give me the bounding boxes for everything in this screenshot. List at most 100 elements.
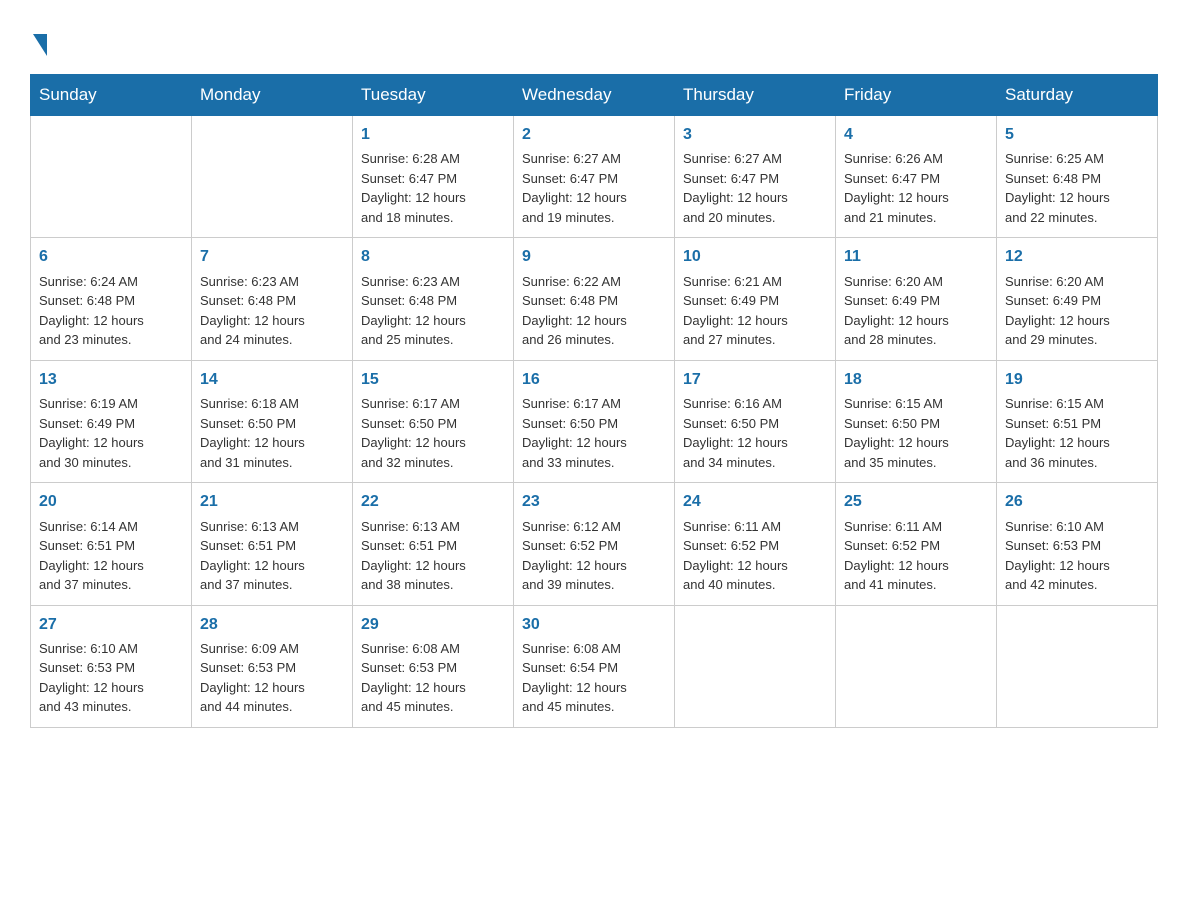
day-number: 4 [844, 124, 988, 146]
calendar-cell: 17 Sunrise: 6:16 AM Sunset: 6:50 PM Dayli… [675, 360, 836, 482]
day-number: 29 [361, 614, 505, 636]
weekday-header-monday: Monday [192, 75, 353, 116]
calendar-cell: 11 Sunrise: 6:20 AM Sunset: 6:49 PM Dayli… [836, 238, 997, 360]
calendar-cell: 23 Sunrise: 6:12 AM Sunset: 6:52 PM Dayli… [514, 483, 675, 605]
day-number: 21 [200, 491, 344, 513]
day-number: 30 [522, 614, 666, 636]
day-info: Sunrise: 6:25 AM Sunset: 6:48 PM Dayligh… [1005, 149, 1149, 227]
day-number: 24 [683, 491, 827, 513]
day-number: 18 [844, 369, 988, 391]
day-info: Sunrise: 6:19 AM Sunset: 6:49 PM Dayligh… [39, 394, 183, 472]
weekday-header-row: SundayMondayTuesdayWednesdayThursdayFrid… [31, 75, 1158, 116]
calendar-cell: 9 Sunrise: 6:22 AM Sunset: 6:48 PM Daylig… [514, 238, 675, 360]
calendar-cell [31, 116, 192, 238]
day-number: 13 [39, 369, 183, 391]
day-info: Sunrise: 6:14 AM Sunset: 6:51 PM Dayligh… [39, 517, 183, 595]
day-number: 15 [361, 369, 505, 391]
day-number: 12 [1005, 246, 1149, 268]
calendar-cell: 22Sunrise: 6:13 AM Sunset: 6:51 PM Dayli… [353, 483, 514, 605]
calendar-cell: 7 Sunrise: 6:23 AM Sunset: 6:48 PM Daylig… [192, 238, 353, 360]
calendar-week-row: 20 Sunrise: 6:14 AM Sunset: 6:51 PM Dayli… [31, 483, 1158, 605]
day-info: Sunrise: 6:08 AM Sunset: 6:54 PM Dayligh… [522, 639, 666, 717]
day-info: Sunrise: 6:27 AM Sunset: 6:47 PM Dayligh… [522, 149, 666, 227]
weekday-header-sunday: Sunday [31, 75, 192, 116]
day-info: Sunrise: 6:23 AM Sunset: 6:48 PM Dayligh… [200, 272, 344, 350]
day-number: 1 [361, 124, 505, 146]
calendar-cell: 10 Sunrise: 6:21 AM Sunset: 6:49 PM Dayli… [675, 238, 836, 360]
day-info: Sunrise: 6:08 AM Sunset: 6:53 PM Dayligh… [361, 639, 505, 717]
calendar-cell: 5 Sunrise: 6:25 AM Sunset: 6:48 PM Daylig… [997, 116, 1158, 238]
calendar-cell: 13 Sunrise: 6:19 AM Sunset: 6:49 PM Dayli… [31, 360, 192, 482]
day-number: 8 [361, 246, 505, 268]
day-number: 2 [522, 124, 666, 146]
calendar-cell [192, 116, 353, 238]
weekday-header-thursday: Thursday [675, 75, 836, 116]
day-number: 25 [844, 491, 988, 513]
day-number: 17 [683, 369, 827, 391]
calendar-cell: 25 Sunrise: 6:11 AM Sunset: 6:52 PM Dayli… [836, 483, 997, 605]
calendar-cell: 28 Sunrise: 6:09 AM Sunset: 6:53 PM Dayli… [192, 605, 353, 727]
day-number: 6 [39, 246, 183, 268]
calendar-cell [836, 605, 997, 727]
calendar-cell: 12 Sunrise: 6:20 AM Sunset: 6:49 PM Dayli… [997, 238, 1158, 360]
calendar-header: SundayMondayTuesdayWednesdayThursdayFrid… [31, 75, 1158, 116]
calendar-cell: 6 Sunrise: 6:24 AM Sunset: 6:48 PM Daylig… [31, 238, 192, 360]
day-info: Sunrise: 6:27 AM Sunset: 6:47 PM Dayligh… [683, 149, 827, 227]
day-info: Sunrise: 6:24 AM Sunset: 6:48 PM Dayligh… [39, 272, 183, 350]
day-number: 23 [522, 491, 666, 513]
day-info: Sunrise: 6:11 AM Sunset: 6:52 PM Dayligh… [683, 517, 827, 595]
day-info: Sunrise: 6:12 AM Sunset: 6:52 PM Dayligh… [522, 517, 666, 595]
day-number: 28 [200, 614, 344, 636]
calendar-cell: 29 Sunrise: 6:08 AM Sunset: 6:53 PM Dayli… [353, 605, 514, 727]
day-info: Sunrise: 6:15 AM Sunset: 6:51 PM Dayligh… [1005, 394, 1149, 472]
calendar-cell: 24 Sunrise: 6:11 AM Sunset: 6:52 PM Dayli… [675, 483, 836, 605]
day-number: 14 [200, 369, 344, 391]
weekday-header-tuesday: Tuesday [353, 75, 514, 116]
day-info: Sunrise: 6:18 AM Sunset: 6:50 PM Dayligh… [200, 394, 344, 472]
calendar-cell: 20 Sunrise: 6:14 AM Sunset: 6:51 PM Dayli… [31, 483, 192, 605]
calendar-cell: 8 Sunrise: 6:23 AM Sunset: 6:48 PM Daylig… [353, 238, 514, 360]
day-number: 5 [1005, 124, 1149, 146]
calendar-week-row: 1 Sunrise: 6:28 AM Sunset: 6:47 PM Daylig… [31, 116, 1158, 238]
calendar-cell: 4Sunrise: 6:26 AM Sunset: 6:47 PM Daylig… [836, 116, 997, 238]
weekday-header-saturday: Saturday [997, 75, 1158, 116]
day-info: Sunrise: 6:21 AM Sunset: 6:49 PM Dayligh… [683, 272, 827, 350]
day-info: Sunrise: 6:10 AM Sunset: 6:53 PM Dayligh… [39, 639, 183, 717]
day-number: 26 [1005, 491, 1149, 513]
calendar-cell: 2 Sunrise: 6:27 AM Sunset: 6:47 PM Daylig… [514, 116, 675, 238]
day-number: 10 [683, 246, 827, 268]
day-info: Sunrise: 6:20 AM Sunset: 6:49 PM Dayligh… [844, 272, 988, 350]
calendar-cell: 15Sunrise: 6:17 AM Sunset: 6:50 PM Dayli… [353, 360, 514, 482]
day-number: 16 [522, 369, 666, 391]
day-number: 20 [39, 491, 183, 513]
day-info: Sunrise: 6:23 AM Sunset: 6:48 PM Dayligh… [361, 272, 505, 350]
calendar-cell [675, 605, 836, 727]
day-info: Sunrise: 6:22 AM Sunset: 6:48 PM Dayligh… [522, 272, 666, 350]
calendar-cell [997, 605, 1158, 727]
weekday-header-wednesday: Wednesday [514, 75, 675, 116]
calendar-body: 1 Sunrise: 6:28 AM Sunset: 6:47 PM Daylig… [31, 116, 1158, 728]
page-header [30, 20, 1158, 54]
day-info: Sunrise: 6:11 AM Sunset: 6:52 PM Dayligh… [844, 517, 988, 595]
calendar-cell: 16Sunrise: 6:17 AM Sunset: 6:50 PM Dayli… [514, 360, 675, 482]
calendar-week-row: 6 Sunrise: 6:24 AM Sunset: 6:48 PM Daylig… [31, 238, 1158, 360]
day-info: Sunrise: 6:28 AM Sunset: 6:47 PM Dayligh… [361, 149, 505, 227]
day-number: 7 [200, 246, 344, 268]
day-number: 11 [844, 246, 988, 268]
day-info: Sunrise: 6:20 AM Sunset: 6:49 PM Dayligh… [1005, 272, 1149, 350]
day-info: Sunrise: 6:13 AM Sunset: 6:51 PM Dayligh… [361, 517, 505, 595]
day-number: 3 [683, 124, 827, 146]
calendar-cell: 18 Sunrise: 6:15 AM Sunset: 6:50 PM Dayli… [836, 360, 997, 482]
calendar-cell: 21Sunrise: 6:13 AM Sunset: 6:51 PM Dayli… [192, 483, 353, 605]
day-number: 9 [522, 246, 666, 268]
calendar-week-row: 13 Sunrise: 6:19 AM Sunset: 6:49 PM Dayli… [31, 360, 1158, 482]
day-info: Sunrise: 6:15 AM Sunset: 6:50 PM Dayligh… [844, 394, 988, 472]
calendar-week-row: 27Sunrise: 6:10 AM Sunset: 6:53 PM Dayli… [31, 605, 1158, 727]
day-info: Sunrise: 6:16 AM Sunset: 6:50 PM Dayligh… [683, 394, 827, 472]
calendar-cell: 14 Sunrise: 6:18 AM Sunset: 6:50 PM Dayli… [192, 360, 353, 482]
day-info: Sunrise: 6:09 AM Sunset: 6:53 PM Dayligh… [200, 639, 344, 717]
logo-arrow-icon [33, 34, 47, 56]
weekday-header-friday: Friday [836, 75, 997, 116]
day-info: Sunrise: 6:10 AM Sunset: 6:53 PM Dayligh… [1005, 517, 1149, 595]
day-number: 19 [1005, 369, 1149, 391]
